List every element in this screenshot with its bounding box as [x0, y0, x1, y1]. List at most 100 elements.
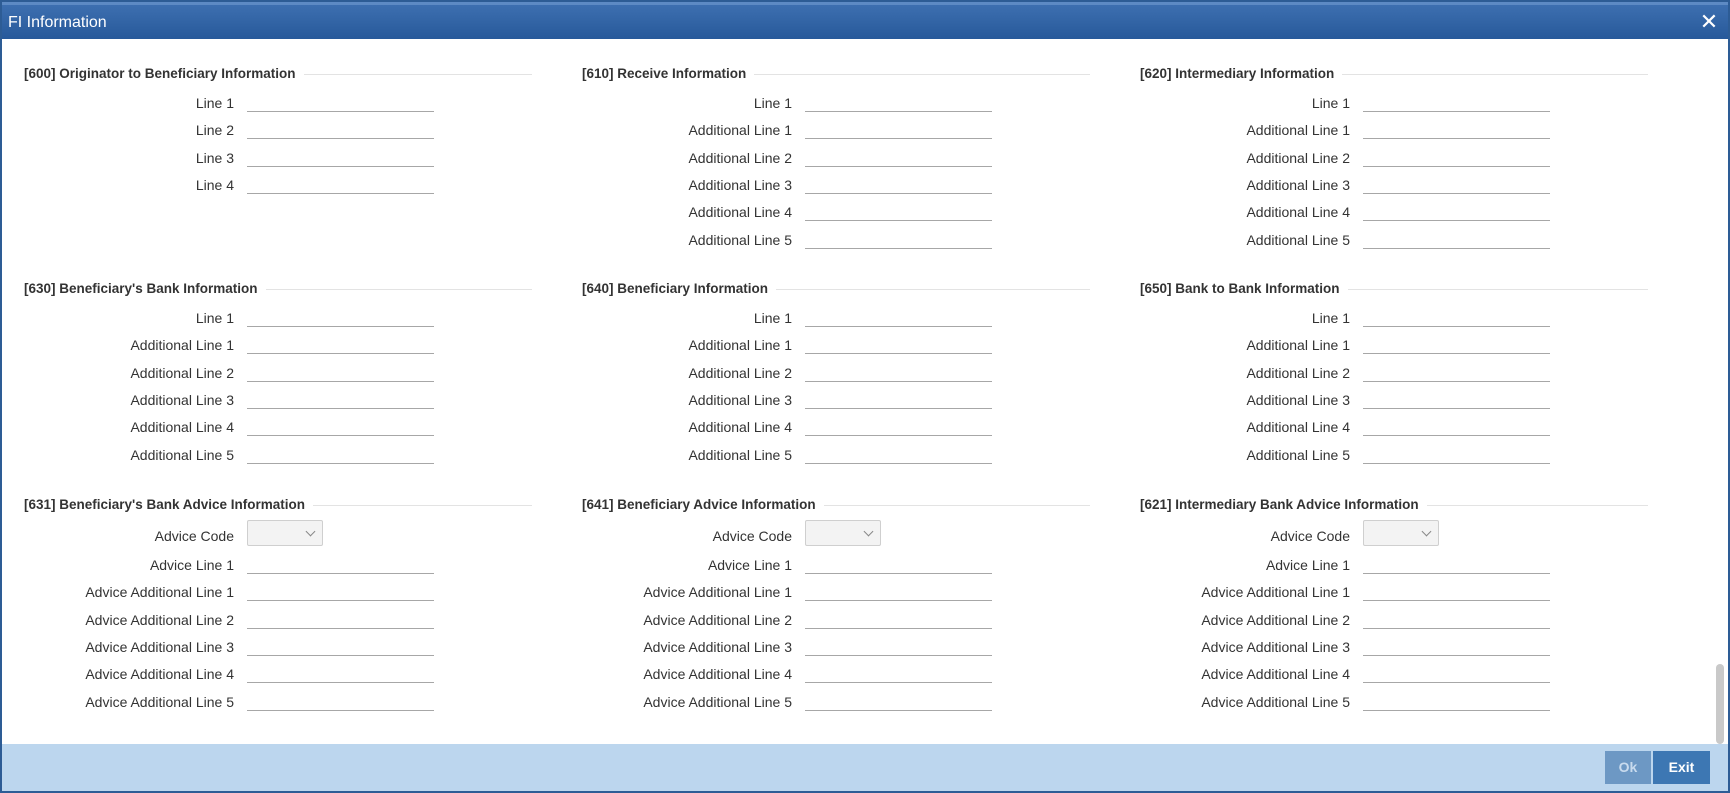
text-field[interactable]	[805, 636, 992, 656]
form-row: Additional Line 2	[560, 147, 1090, 168]
text-field[interactable]	[247, 147, 434, 167]
text-field[interactable]	[247, 636, 434, 656]
text-field[interactable]	[1363, 202, 1550, 222]
text-field[interactable]	[805, 362, 992, 382]
form-row: Line 1	[560, 308, 1090, 328]
field-label: Advice Additional Line 5	[85, 693, 234, 710]
vertical-scrollbar[interactable]	[1716, 664, 1724, 744]
text-field[interactable]	[805, 555, 992, 574]
text-field[interactable]	[805, 147, 992, 167]
text-field[interactable]	[805, 389, 992, 409]
text-field[interactable]	[1363, 555, 1550, 574]
field-label: Additional Line 5	[1246, 231, 1350, 248]
section-621: [621] Intermediary Bank Advice Informati…	[1118, 497, 1648, 711]
text-field[interactable]	[247, 174, 434, 194]
section-header: [610] Receive Information	[582, 66, 1090, 82]
form-row: Advice Additional Line 5	[560, 691, 1090, 712]
text-field[interactable]	[805, 93, 992, 112]
text-field[interactable]	[1363, 636, 1550, 656]
text-field[interactable]	[805, 582, 992, 602]
section-title: [641] Beneficiary Advice Information	[582, 497, 824, 513]
text-field[interactable]	[247, 582, 434, 602]
text-field[interactable]	[247, 417, 434, 437]
exit-button[interactable]: Exit	[1653, 751, 1710, 784]
section-610: [610] Receive Information Line 1 Additiona…	[560, 66, 1090, 276]
section-640: [640] Beneficiary Information Line 1 Addit…	[560, 281, 1090, 491]
field-label: Additional Line 5	[688, 446, 792, 463]
form-row: Additional Line 4	[1118, 417, 1648, 437]
text-field[interactable]	[805, 229, 992, 249]
form-row: Advice Additional Line 1	[1118, 582, 1648, 602]
field-label: Advice Additional Line 4	[1201, 666, 1350, 683]
text-field[interactable]	[805, 335, 992, 355]
close-button[interactable]: ✕	[1698, 11, 1720, 33]
text-field[interactable]	[805, 691, 992, 711]
form-row: Additional Line 4	[560, 417, 1090, 437]
text-field[interactable]	[1363, 362, 1550, 382]
field-label: Additional Line 4	[688, 204, 792, 221]
text-field[interactable]	[247, 664, 434, 684]
text-field[interactable]	[247, 93, 434, 112]
ok-button[interactable]: Ok	[1605, 751, 1651, 784]
field-label: Advice Additional Line 1	[85, 584, 234, 601]
footer-bar: Ok Exit	[2, 744, 1728, 791]
section-title: [630] Beneficiary's Bank Information	[24, 281, 266, 297]
form-row: Additional Line 1	[560, 335, 1090, 355]
text-field[interactable]	[247, 120, 434, 140]
text-field[interactable]	[1363, 417, 1550, 437]
chevron-down-icon	[305, 526, 316, 537]
form-row: Additional Line 3	[2, 389, 532, 410]
text-field[interactable]	[1363, 174, 1550, 194]
text-field[interactable]	[247, 335, 434, 355]
text-field[interactable]	[247, 444, 434, 464]
form-row: Line 2	[2, 120, 532, 140]
text-field[interactable]	[247, 308, 434, 327]
advice-code-select[interactable]	[247, 520, 323, 546]
form-row: Additional Line 1	[2, 335, 532, 355]
form-row: Line 1	[1118, 308, 1648, 328]
text-field[interactable]	[1363, 229, 1550, 249]
text-field[interactable]	[805, 444, 992, 464]
field-label: Advice Additional Line 2	[85, 611, 234, 628]
form-row: Additional Line 4	[560, 202, 1090, 222]
text-field[interactable]	[1363, 582, 1550, 602]
field-label: Advice Line 1	[1265, 557, 1350, 573]
text-field[interactable]	[1363, 691, 1550, 711]
text-field[interactable]	[805, 664, 992, 684]
text-field[interactable]	[1363, 93, 1550, 112]
form-row: Advice Additional Line 2	[560, 609, 1090, 630]
text-field[interactable]	[1363, 147, 1550, 167]
text-field[interactable]	[805, 120, 992, 140]
text-field[interactable]	[1363, 609, 1550, 629]
text-field[interactable]	[247, 691, 434, 711]
field-label: Additional Line 3	[1246, 391, 1350, 408]
text-field[interactable]	[247, 555, 434, 574]
form-row: Line 3	[2, 147, 532, 168]
text-field[interactable]	[805, 174, 992, 194]
form-row: Advice Additional Line 4	[2, 664, 532, 684]
advice-code-select[interactable]	[1363, 520, 1439, 546]
form-row: Advice Line 1	[1118, 555, 1648, 575]
text-field[interactable]	[1363, 389, 1550, 409]
text-field[interactable]	[805, 202, 992, 222]
text-field[interactable]	[247, 389, 434, 409]
text-field[interactable]	[805, 417, 992, 437]
text-field[interactable]	[1363, 444, 1550, 464]
field-label: Advice Additional Line 3	[1201, 638, 1350, 655]
text-field[interactable]	[1363, 664, 1550, 684]
section-title: [610] Receive Information	[582, 66, 755, 82]
form-content: [600] Originator to Beneficiary Informat…	[2, 39, 1728, 744]
field-label: Advice Additional Line 1	[643, 584, 792, 601]
chevron-down-icon	[863, 526, 874, 537]
form-row: Additional Line 4	[1118, 202, 1648, 222]
text-field[interactable]	[1363, 120, 1550, 140]
text-field[interactable]	[247, 609, 434, 629]
text-field[interactable]	[805, 609, 992, 629]
field-label: Line 1	[753, 95, 792, 111]
text-field[interactable]	[1363, 308, 1550, 327]
text-field[interactable]	[1363, 335, 1550, 355]
field-label: Line 1	[1311, 95, 1350, 111]
text-field[interactable]	[247, 362, 434, 382]
advice-code-select[interactable]	[805, 520, 881, 546]
text-field[interactable]	[805, 308, 992, 327]
